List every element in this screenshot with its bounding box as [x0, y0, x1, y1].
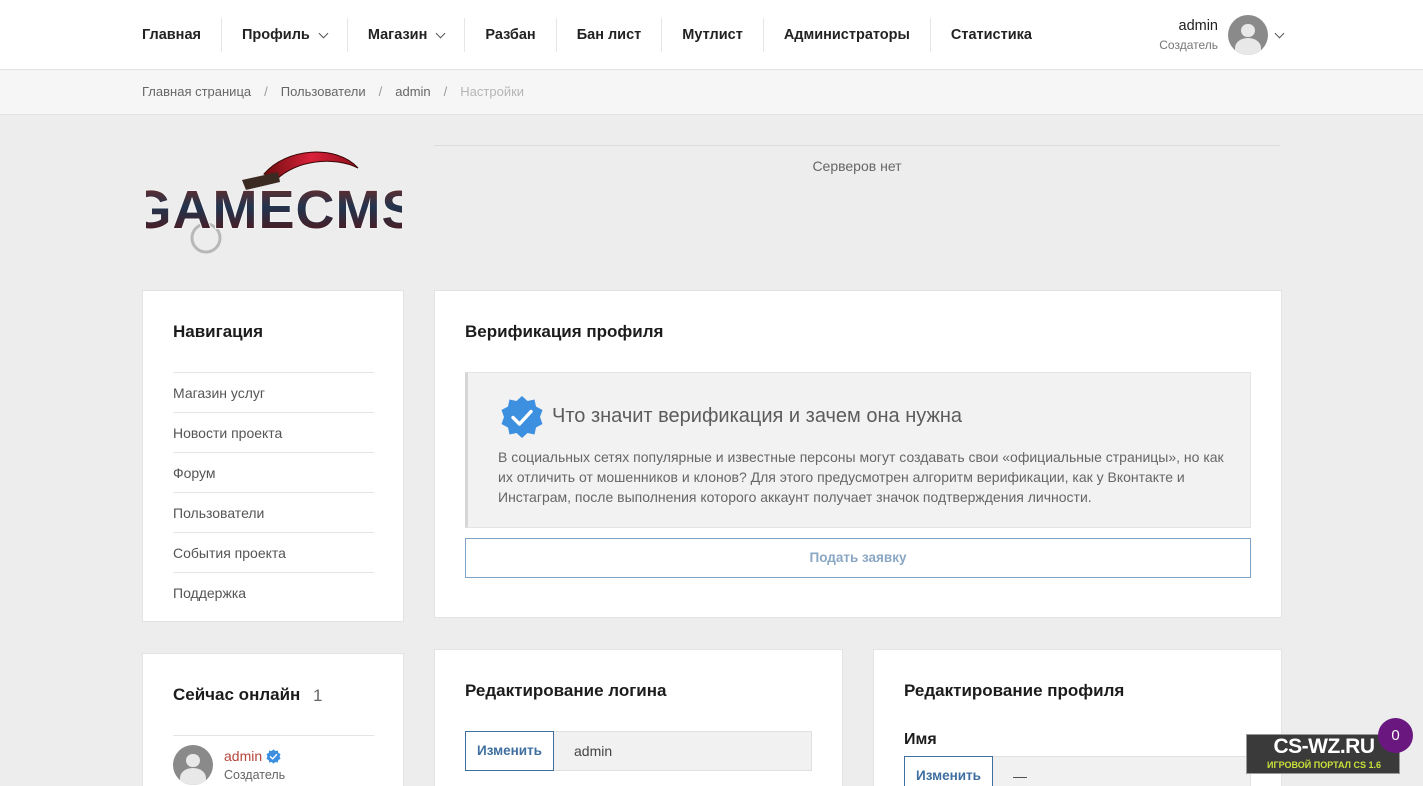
- verification-title: Верификация профиля: [465, 322, 664, 341]
- navigation-list: Магазин услуг Новости проекта Форум Поль…: [173, 372, 374, 612]
- online-user-name-link[interactable]: admin: [224, 748, 285, 764]
- name-field-label: Имя: [904, 731, 937, 748]
- nav-item-unban[interactable]: Разбан: [465, 18, 557, 52]
- chevron-down-icon: [435, 28, 446, 38]
- profile-edit-card: Редактирование профиля Имя Изменить —: [873, 649, 1282, 786]
- nav-item-home[interactable]: Главная: [122, 18, 222, 52]
- breadcrumb-separator: /: [443, 84, 448, 99]
- breadcrumb-separator: /: [378, 84, 383, 99]
- online-count: 1: [313, 686, 323, 705]
- notification-counter-badge[interactable]: 0: [1378, 718, 1413, 753]
- user-menu[interactable]: admin Создатель: [1159, 15, 1285, 55]
- nav-link-users[interactable]: Пользователи: [173, 492, 374, 532]
- nav-link-news[interactable]: Новости проекта: [173, 412, 374, 452]
- nav-item-admins[interactable]: Администраторы: [764, 18, 931, 52]
- nav-item-profile[interactable]: Профиль: [222, 18, 348, 52]
- submit-application-button[interactable]: Подать заявку: [465, 538, 1251, 578]
- breadcrumb-users[interactable]: Пользователи: [281, 84, 366, 99]
- navigation-card: Навигация Магазин услуг Новости проекта …: [142, 290, 404, 622]
- login-edit-title: Редактирование логина: [465, 681, 667, 700]
- verification-notice: Что значит верификация и зачем она нужна…: [465, 372, 1251, 528]
- main-nav: Главная Профиль Магазин Разбан Бан лист …: [122, 18, 1052, 52]
- login-field-row: Изменить admin: [465, 731, 812, 771]
- notice-title: Что значит верификация и зачем она нужна: [552, 405, 963, 427]
- verified-badge-icon: [266, 748, 281, 764]
- watermark-logo: CS-WZ.RU ИГРОВОЙ ПОРТАЛ CS 1.6: [1246, 734, 1400, 774]
- profile-edit-title: Редактирование профиля: [904, 681, 1125, 700]
- nav-link-events[interactable]: События проекта: [173, 532, 374, 572]
- online-user-role: Создатель: [224, 768, 286, 782]
- chevron-down-icon[interactable]: [1274, 28, 1285, 38]
- online-card: Сейчас онлайн 1 admin Создатель: [142, 653, 404, 786]
- user-role: Создатель: [1159, 38, 1218, 52]
- nav-link-support[interactable]: Поддержка: [173, 572, 374, 612]
- breadcrumb-settings: Настройки: [460, 84, 525, 99]
- logo-text: GAMECMS: [146, 180, 402, 240]
- nav-item-stats[interactable]: Статистика: [931, 18, 1052, 52]
- nav-link-shop-services[interactable]: Магазин услуг: [173, 372, 374, 412]
- nav-item-banlist[interactable]: Бан лист: [557, 18, 663, 52]
- site-logo[interactable]: GAMECMS: [128, 146, 419, 258]
- nav-link-forum[interactable]: Форум: [173, 452, 374, 492]
- navigation-title: Навигация: [173, 322, 263, 341]
- nav-item-mutelist[interactable]: Мутлист: [662, 18, 764, 52]
- servers-status: Серверов нет: [812, 158, 902, 174]
- login-field[interactable]: admin: [554, 731, 812, 771]
- online-user: admin Создатель: [173, 745, 285, 785]
- change-name-button[interactable]: Изменить: [904, 756, 993, 786]
- verification-card: Верификация профиля Что значит верификац…: [434, 290, 1282, 618]
- breadcrumb-home[interactable]: Главная страница: [142, 84, 251, 99]
- notice-text: В социальных сетях популярные и известны…: [498, 449, 1224, 505]
- user-name: admin: [1178, 18, 1219, 34]
- login-edit-card: Редактирование логина Изменить admin: [434, 649, 843, 786]
- avatar[interactable]: [173, 745, 213, 785]
- name-field-row: Изменить —: [904, 756, 1251, 786]
- avatar[interactable]: [1228, 15, 1268, 55]
- verified-badge-icon: [501, 396, 543, 438]
- logo-image: GAMECMS: [128, 151, 419, 254]
- name-field[interactable]: —: [993, 756, 1251, 786]
- divider: [434, 145, 1280, 146]
- chevron-down-icon: [318, 28, 329, 38]
- change-login-button[interactable]: Изменить: [465, 731, 554, 771]
- watermark-subtitle: ИГРОВОЙ ПОРТАЛ CS 1.6: [1267, 760, 1381, 770]
- breadcrumb-admin[interactable]: admin: [395, 84, 430, 99]
- breadcrumb-separator: /: [264, 84, 268, 99]
- breadcrumb: Главная страница / Пользователи / admin …: [0, 70, 1423, 115]
- online-title: Сейчас онлайн: [173, 685, 301, 704]
- top-navbar: Главная Профиль Магазин Разбан Бан лист …: [0, 0, 1423, 70]
- divider: [173, 735, 374, 736]
- nav-item-shop[interactable]: Магазин: [348, 18, 466, 52]
